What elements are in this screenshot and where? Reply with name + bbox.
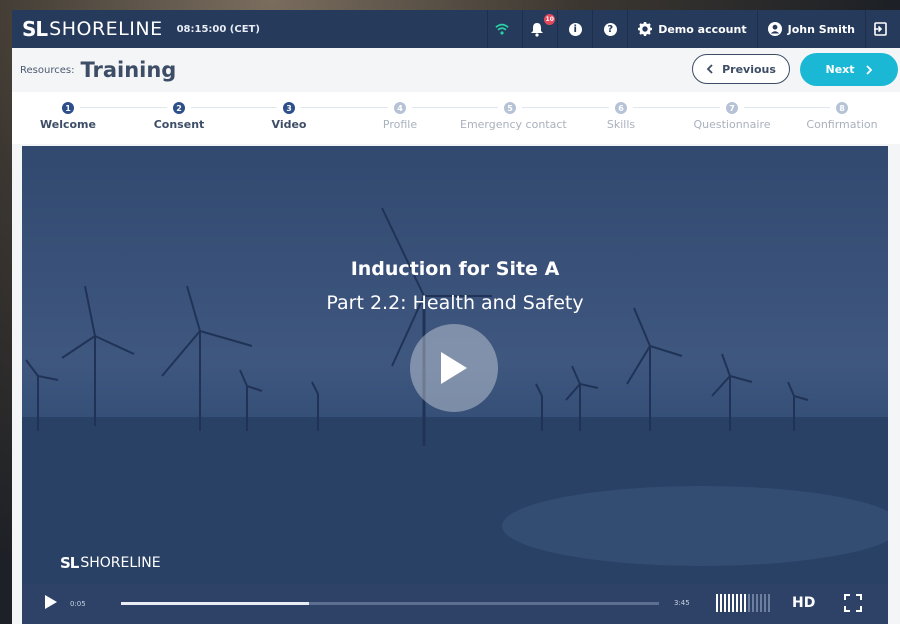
next-button[interactable]: Next [800, 53, 898, 86]
time-current: 0:05 [70, 600, 86, 608]
user-icon [767, 22, 782, 36]
help-button[interactable]: ? [592, 10, 627, 48]
progress-stepper: 1 Welcome 2 Consent 3 Video 4 Profile 5 Emergency… [12, 92, 900, 144]
user-name: John Smith [787, 22, 855, 36]
logout-button[interactable] [865, 10, 900, 48]
step-confirmation[interactable]: 8 Confirmation [792, 102, 892, 131]
info-button[interactable]: i [557, 10, 592, 48]
gear-icon [638, 22, 653, 36]
demo-account-label: Demo account [658, 22, 747, 36]
fullscreen-icon [844, 594, 862, 612]
step-label: Confirmation [806, 118, 878, 131]
step-number: 8 [836, 102, 848, 114]
top-bar: SL SHORELINE 08:15:00 (CET) 10 i ? Demo … [12, 10, 900, 48]
breadcrumb-label: Resources: [20, 64, 75, 76]
volume-bar [768, 594, 770, 612]
watermark-mark: SL [60, 554, 79, 572]
step-welcome[interactable]: 1 Welcome [18, 102, 118, 131]
volume-bar [736, 594, 738, 612]
play-overlay-button[interactable] [410, 324, 498, 412]
step-label: Profile [382, 118, 418, 131]
video-watermark: SL SHORELINE [60, 554, 161, 572]
volume-bar [732, 594, 734, 612]
logo-mark: SL [22, 17, 48, 41]
user-menu-button[interactable]: John Smith [756, 10, 865, 48]
video-player[interactable]: Induction for Site A Part 2.2: Health an… [22, 146, 888, 624]
previous-button[interactable]: Previous [692, 54, 790, 84]
breadcrumb: Resources: Training Previous Next [12, 48, 900, 93]
volume-bar [756, 594, 758, 612]
video-controls: 0:05 3:45 HD [22, 584, 888, 624]
step-label: Skills [606, 118, 636, 131]
step-profile[interactable]: 4 Profile [350, 102, 450, 131]
volume-bar [740, 594, 742, 612]
play-icon [441, 352, 467, 384]
volume-control[interactable] [716, 594, 770, 612]
volume-bar [716, 594, 718, 612]
play-icon [45, 595, 57, 609]
bell-icon [531, 22, 544, 37]
step-number: 1 [62, 102, 74, 114]
page-title: Training [80, 58, 177, 82]
notification-badge: 10 [544, 14, 556, 25]
fullscreen-button[interactable] [844, 594, 862, 616]
video-title: Induction for Site A [350, 258, 560, 280]
app-logo[interactable]: SL SHORELINE [22, 17, 163, 41]
next-label: Next [825, 63, 855, 76]
step-number: 3 [283, 102, 295, 114]
previous-label: Previous [722, 62, 776, 76]
step-number: 7 [726, 102, 738, 114]
step-label: Video [271, 118, 307, 131]
chevron-right-icon [865, 64, 872, 75]
demo-account-button[interactable]: Demo account [627, 10, 756, 48]
time-total: 3:45 [674, 599, 690, 607]
volume-bar [760, 594, 762, 612]
progress-fill [121, 602, 310, 605]
chevron-left-icon [706, 64, 713, 74]
volume-bar [744, 594, 746, 612]
step-label: Consent [153, 118, 205, 131]
logo-text: SHORELINE [49, 18, 163, 40]
step-label: Welcome [40, 118, 96, 131]
play-button[interactable] [44, 594, 58, 614]
info-icon: i [568, 22, 582, 36]
volume-bar [752, 594, 754, 612]
step-skills[interactable]: 6 Skills [571, 102, 671, 131]
step-label: Emergency contact [460, 118, 567, 131]
volume-bar [720, 594, 722, 612]
step-number: 6 [615, 102, 627, 114]
step-consent[interactable]: 2 Consent [129, 102, 229, 131]
step-label: Questionnaire [693, 118, 771, 131]
volume-bar [724, 594, 726, 612]
notifications-button[interactable]: 10 [522, 10, 557, 48]
watermark-text: SHORELINE [80, 555, 161, 571]
step-number: 4 [394, 102, 406, 114]
logout-icon [874, 22, 887, 36]
volume-bar [728, 594, 730, 612]
volume-bar [764, 594, 766, 612]
wifi-icon [487, 10, 522, 48]
step-questionnaire[interactable]: 7 Questionnaire [682, 102, 782, 131]
step-number: 2 [173, 102, 185, 114]
help-icon: ? [603, 22, 617, 36]
progress-bar[interactable] [121, 602, 659, 605]
video-subtitle: Part 2.2: Health and Safety [326, 292, 584, 314]
step-number: 5 [504, 102, 516, 114]
volume-bar [748, 594, 750, 612]
quality-button[interactable]: HD [792, 595, 815, 611]
clock: 08:15:00 (CET) [176, 23, 260, 35]
app-window: SL SHORELINE 08:15:00 (CET) 10 i ? Demo … [12, 10, 900, 624]
step-emergency-contact[interactable]: 5 Emergency contact [460, 102, 567, 131]
step-video[interactable]: 3 Video [239, 102, 339, 131]
